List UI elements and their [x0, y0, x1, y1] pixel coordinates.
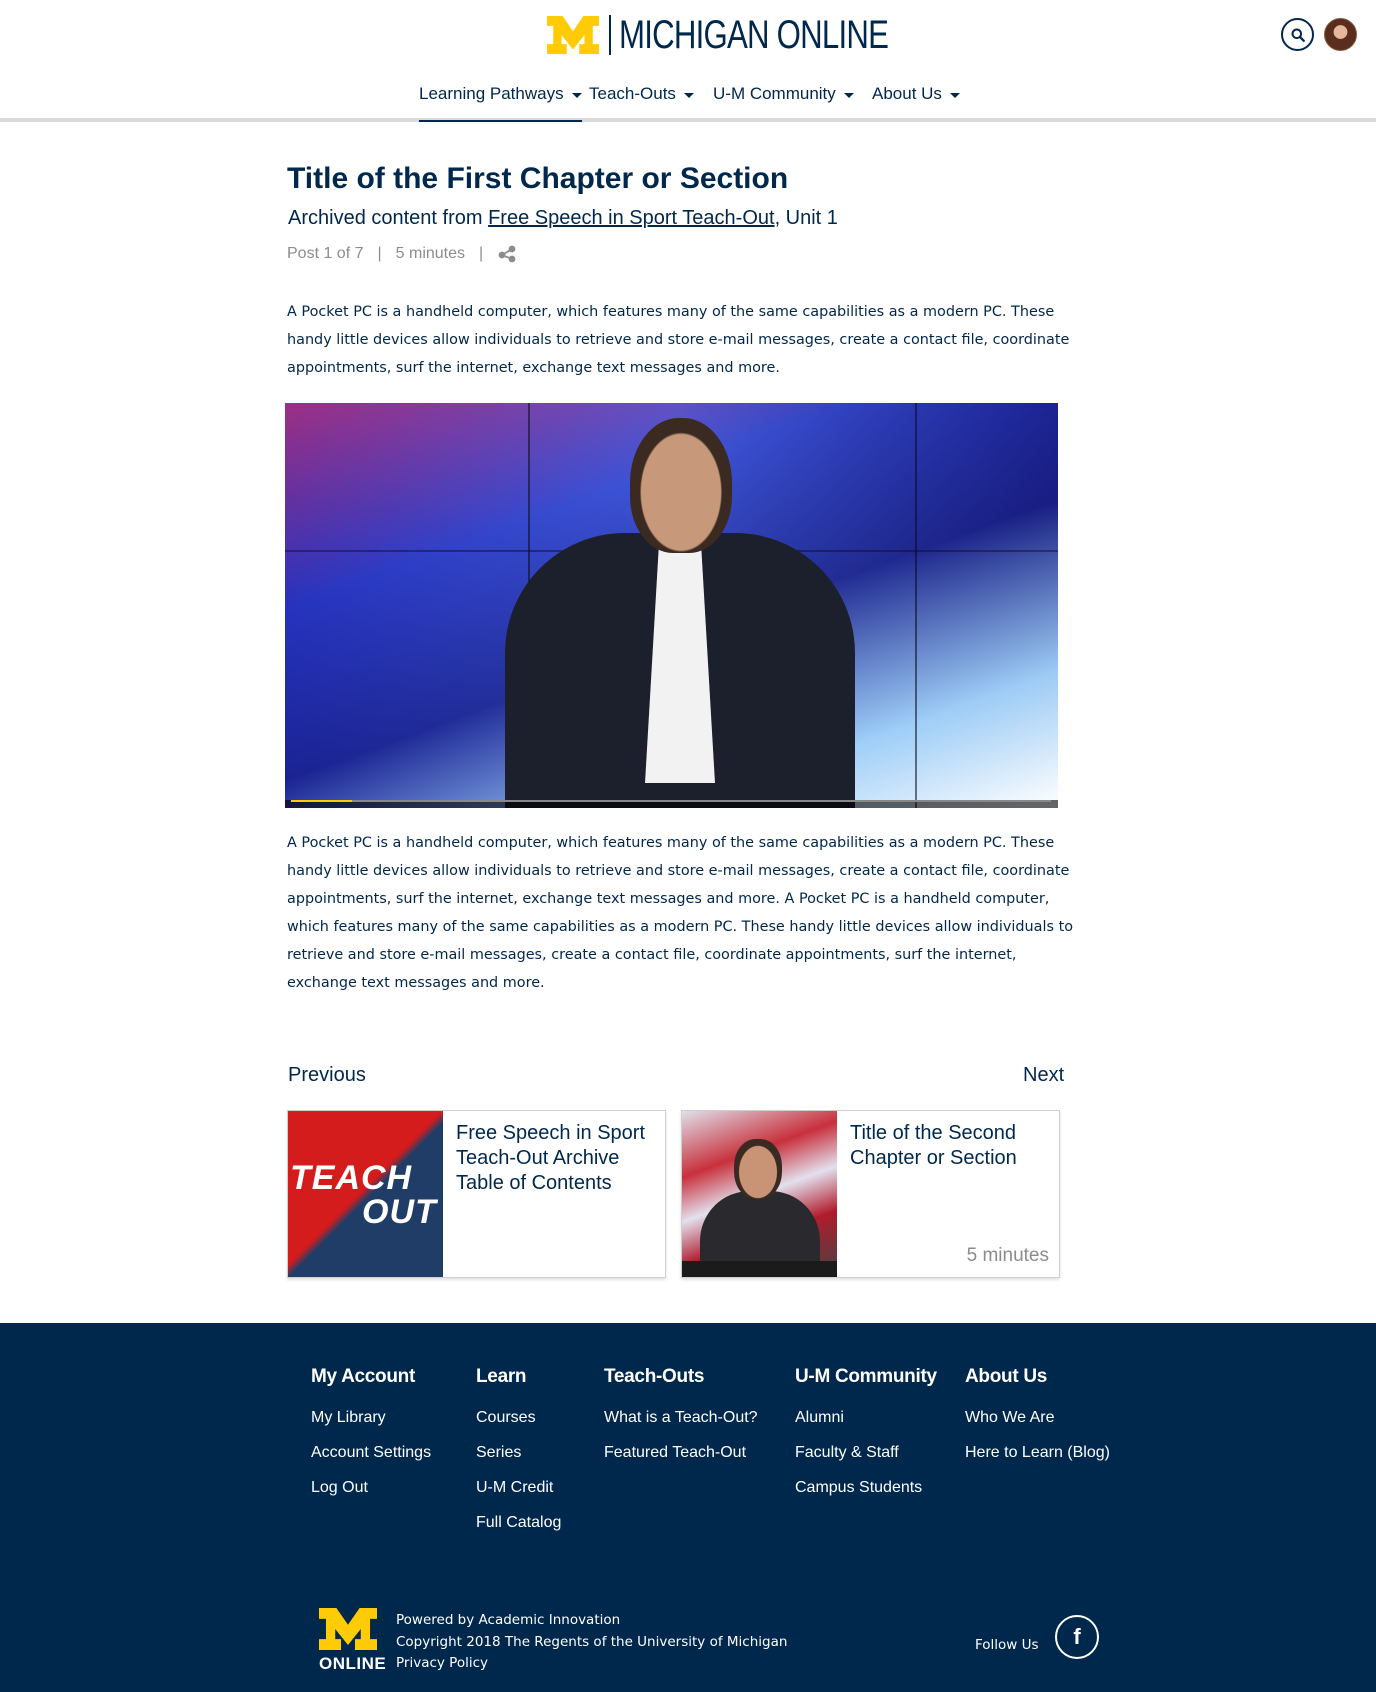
video-progress-fill [291, 800, 352, 802]
footer-heading: Teach-Outs [604, 1366, 705, 1387]
read-duration: 5 minutes [395, 245, 466, 262]
nav-about-us[interactable]: About Us [872, 84, 960, 122]
facebook-button[interactable]: f [1055, 1615, 1099, 1659]
brand-divider [609, 15, 611, 55]
footer-link[interactable]: Full Catalog [476, 1505, 561, 1540]
nav-about-us-label: About Us [872, 84, 942, 103]
block-m-logo [319, 1608, 377, 1650]
footer-link[interactable]: Account Settings [311, 1435, 431, 1470]
video-progress-bar[interactable] [291, 800, 1051, 802]
teach-out-thumbnail: TEACH OUT [288, 1111, 443, 1277]
footer-heading: About Us [965, 1366, 1048, 1387]
thumb-presenter-head [734, 1139, 782, 1199]
facebook-icon: f [1073, 1624, 1081, 1649]
meta-separator: | [479, 245, 484, 262]
presenter-head [630, 418, 732, 553]
thumb-text: OUT [362, 1193, 437, 1231]
nav-learning-pathways[interactable]: Learning Pathways [419, 84, 582, 122]
meta-separator: | [377, 245, 382, 262]
site-footer: My Account My Library Account Settings L… [0, 1323, 1376, 1692]
search-button[interactable] [1281, 18, 1314, 51]
footer-heading: My Account [311, 1366, 415, 1387]
article-meta: Post 1 of 7 | 5 minutes | [287, 245, 517, 263]
previous-card[interactable]: TEACH OUT Free Speech in Sport Teach-Out… [287, 1110, 666, 1278]
privacy-policy-link[interactable]: Privacy Policy [396, 1655, 488, 1671]
next-card-title: Title of the Second Chapter or Section [850, 1122, 1017, 1169]
article-subtitle: Archived content from Free Speech in Spo… [288, 207, 838, 230]
footer-link[interactable]: Series [476, 1435, 561, 1470]
nav-um-community-label: U-M Community [713, 84, 836, 103]
caret-down-icon [843, 93, 854, 98]
previous-card-title: Free Speech in Sport Teach-Out Archive T… [456, 1122, 645, 1194]
article-paragraph: A Pocket PC is a handheld computer, whic… [287, 304, 1070, 376]
footer-link[interactable]: My Library [311, 1400, 431, 1435]
subtitle-prefix: Archived content from [288, 207, 489, 229]
video-player[interactable] [285, 403, 1058, 808]
share-icon[interactable] [497, 245, 517, 263]
next-card[interactable]: Title of the Second Chapter or Section 5… [681, 1110, 1060, 1278]
footer-link[interactable]: Alumni [795, 1400, 937, 1435]
post-position: Post 1 of 7 [287, 245, 364, 262]
footer-col-learn: Learn Courses Series U-M Credit Full Cat… [476, 1366, 561, 1540]
footer-col-my-account: My Account My Library Account Settings L… [311, 1366, 431, 1505]
article-paragraph: A Pocket PC is a handheld computer, whic… [287, 835, 1074, 991]
page-title: Title of the First Chapter or Section [287, 162, 789, 195]
main-nav: Learning Pathways Teach-Outs U-M Communi… [0, 84, 1376, 124]
next-label[interactable]: Next [1023, 1064, 1064, 1087]
footer-legal: Powered by Academic Innovation Copyright… [396, 1610, 787, 1675]
footer-heading: U-M Community [795, 1366, 937, 1387]
caret-down-icon [571, 93, 582, 98]
footer-link[interactable]: What is a Teach-Out? [604, 1400, 758, 1435]
thumb-desk [682, 1261, 837, 1277]
user-avatar[interactable] [1324, 18, 1357, 51]
powered-by: Powered by Academic Innovation [396, 1612, 621, 1628]
nav-learning-pathways-label: Learning Pathways [419, 84, 564, 103]
brand-logo[interactable]: MICHIGAN ONLINE [547, 12, 964, 57]
footer-link[interactable]: Who We Are [965, 1400, 1110, 1435]
previous-label[interactable]: Previous [288, 1064, 366, 1087]
site-header: MICHIGAN ONLINE Learning Pathways Teach-… [0, 0, 1376, 122]
chapter-thumbnail [682, 1111, 837, 1277]
footer-link[interactable]: U-M Credit [476, 1470, 561, 1505]
search-icon [1291, 28, 1305, 42]
video-backdrop-line [915, 403, 917, 808]
caret-down-icon [683, 93, 694, 98]
subtitle-suffix: , Unit 1 [774, 207, 838, 229]
footer-heading: Learn [476, 1366, 527, 1387]
teach-out-link[interactable]: Free Speech in Sport Teach-Out [488, 207, 774, 229]
footer-link[interactable]: Featured Teach-Out [604, 1435, 758, 1470]
caret-down-icon [949, 93, 960, 98]
footer-logo-word: ONLINE [319, 1654, 387, 1673]
footer-link[interactable]: Campus Students [795, 1470, 937, 1505]
footer-col-teach-outs: Teach-Outs What is a Teach-Out? Featured… [604, 1366, 758, 1470]
brand-name: MICHIGAN ONLINE [619, 12, 889, 57]
next-card-duration: 5 minutes [966, 1245, 1049, 1266]
footer-col-about-us: About Us Who We Are Here to Learn (Blog) [965, 1366, 1110, 1470]
footer-logo[interactable]: ONLINE [319, 1608, 387, 1674]
footer-link[interactable]: Faculty & Staff [795, 1435, 937, 1470]
nav-teach-outs-label: Teach-Outs [589, 84, 676, 103]
nav-teach-outs[interactable]: Teach-Outs [589, 84, 694, 122]
follow-us-label: Follow Us [975, 1637, 1039, 1653]
nav-um-community[interactable]: U-M Community [713, 84, 854, 122]
footer-link[interactable]: Here to Learn (Blog) [965, 1435, 1110, 1470]
footer-link[interactable]: Log Out [311, 1470, 431, 1505]
block-m-logo [547, 16, 599, 54]
footer-col-um-community: U-M Community Alumni Faculty & Staff Cam… [795, 1366, 937, 1505]
footer-link[interactable]: Courses [476, 1400, 561, 1435]
copyright: Copyright 2018 The Regents of the Univer… [396, 1633, 788, 1650]
